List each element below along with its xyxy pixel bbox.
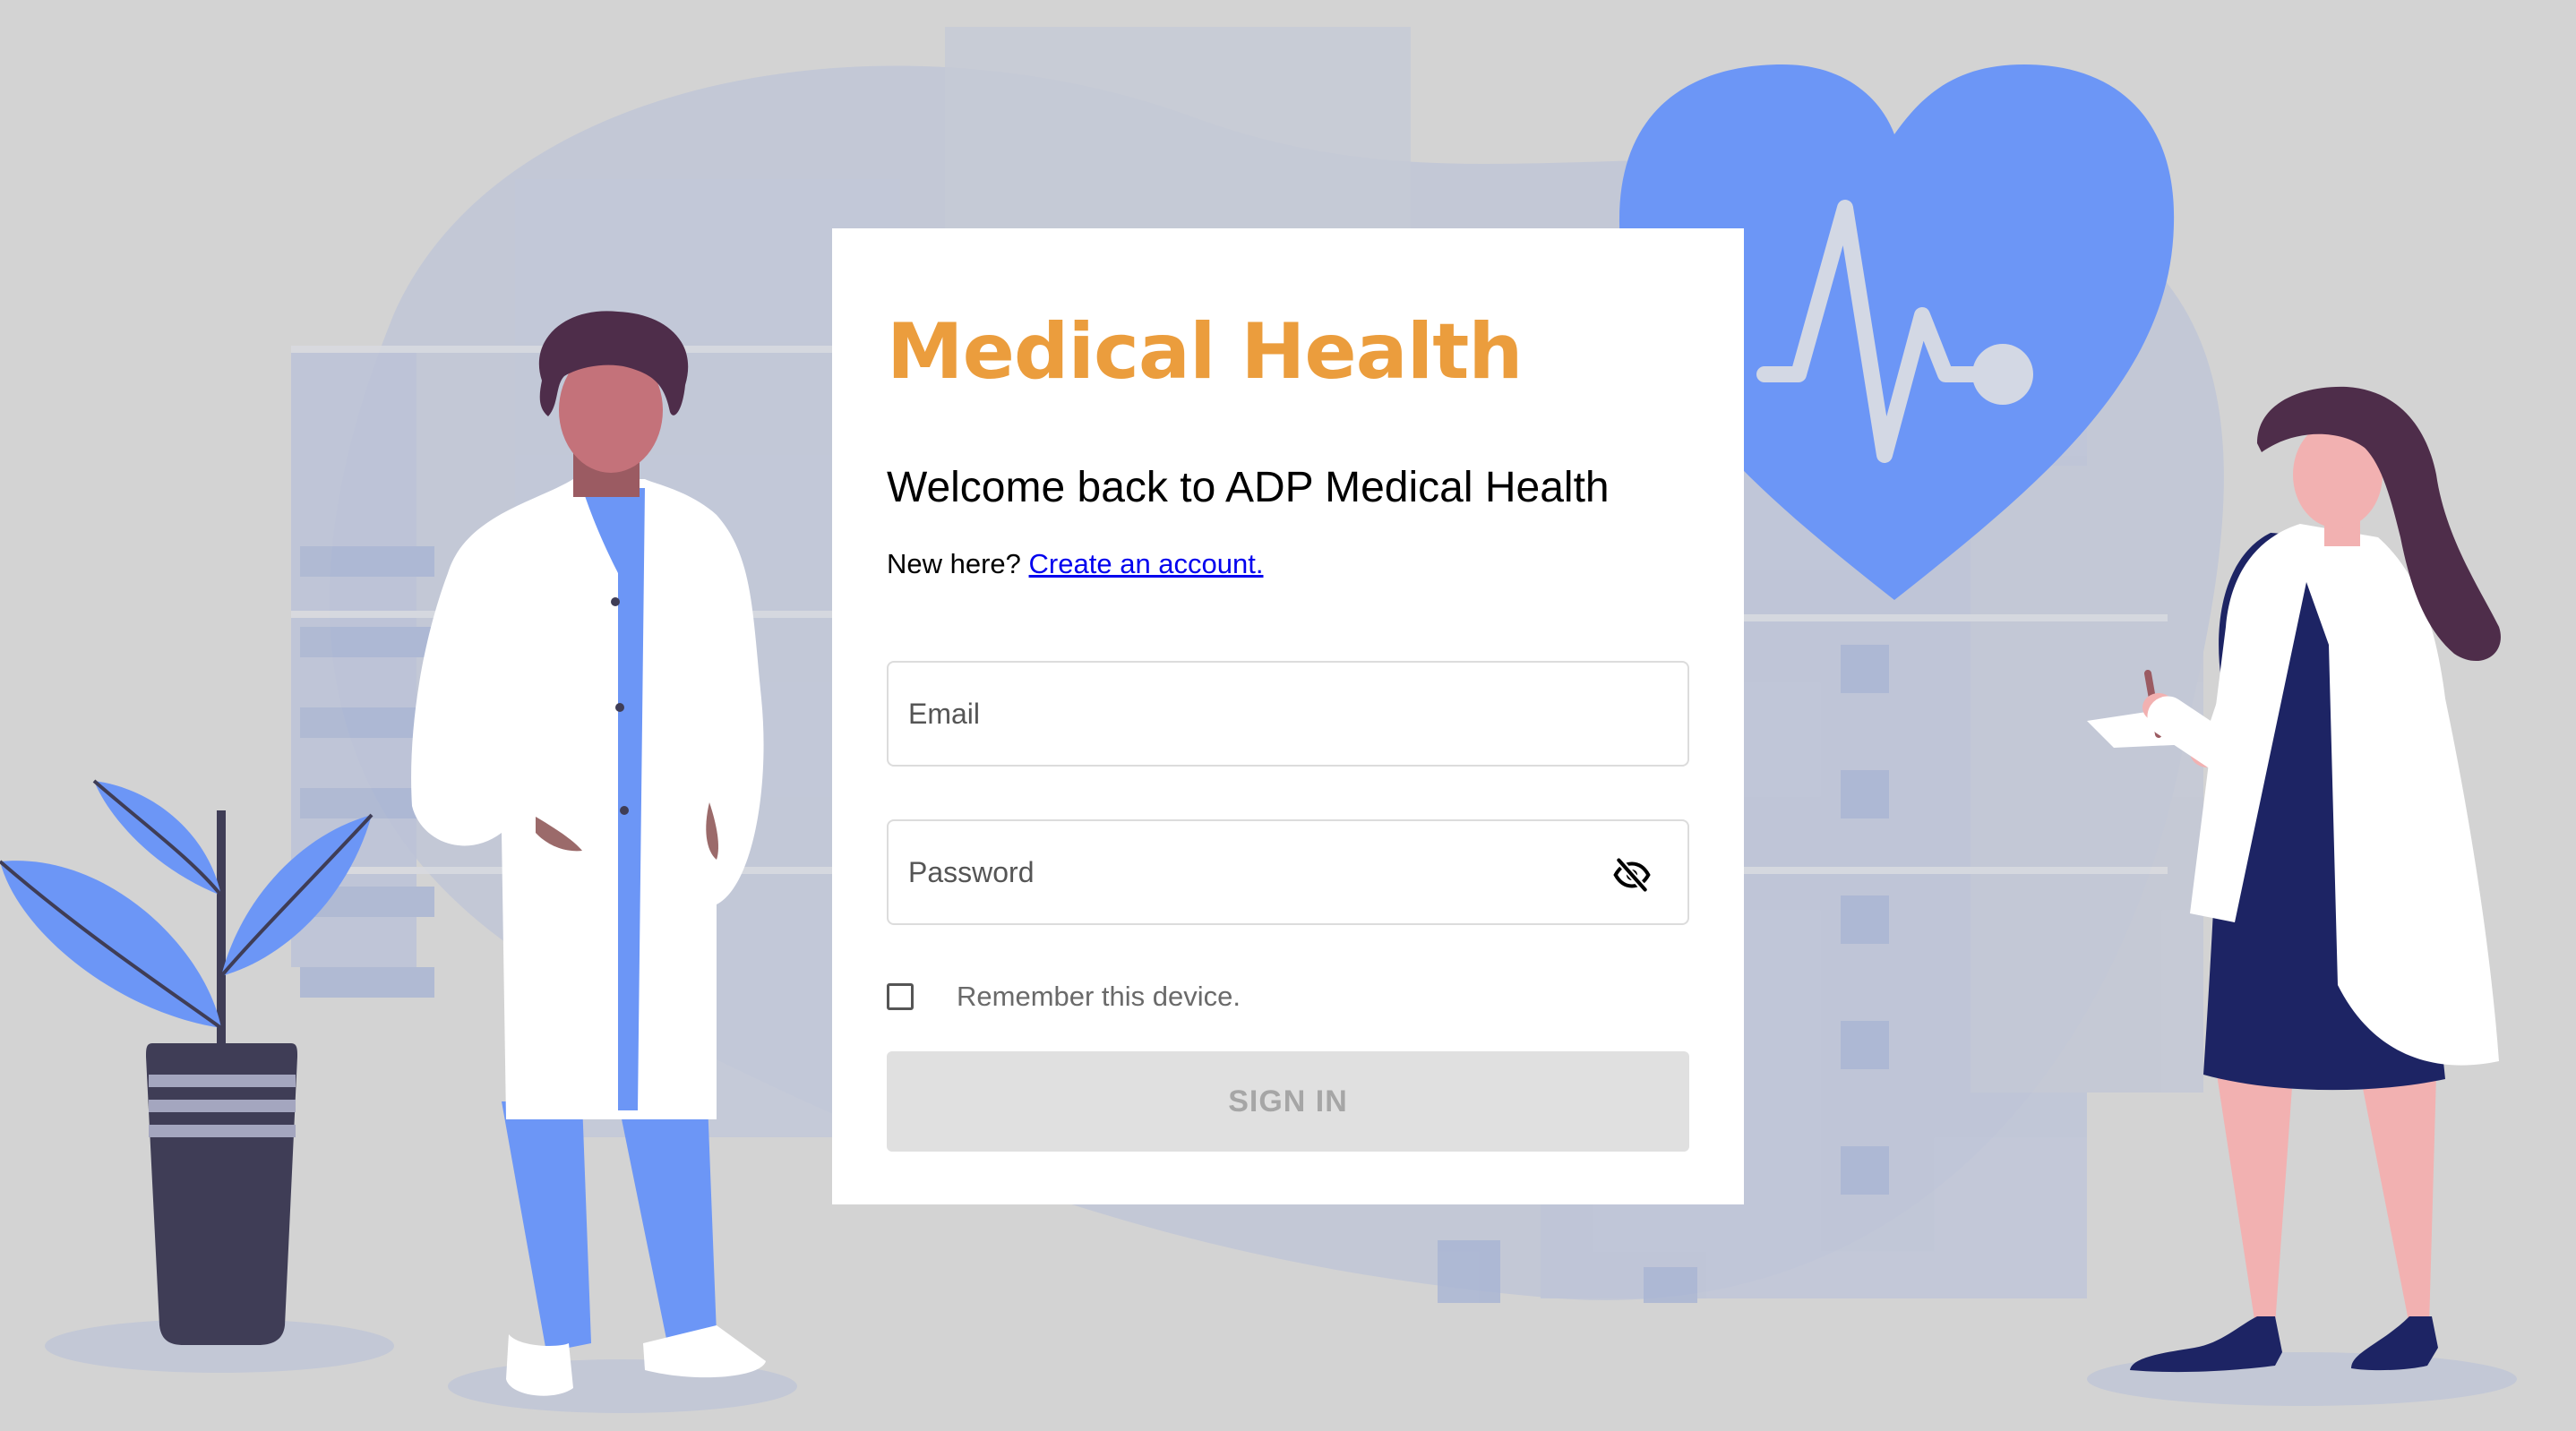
email-input[interactable] [889,663,1687,765]
brand-title: Medical Health [887,307,1524,397]
login-card: Medical Health Welcome back to ADP Medic… [832,228,1744,1204]
potted-plant [0,779,374,1345]
signup-prompt: New here? Create an account. [887,548,1264,580]
remember-label: Remember this device. [957,981,1241,1012]
sign-in-button[interactable]: SIGN IN [887,1051,1689,1152]
password-input[interactable] [889,821,1687,923]
email-field [887,661,1689,767]
remember-device: Remember this device. [887,979,1335,1015]
welcome-heading: Welcome back to ADP Medical Health [887,464,1610,511]
new-here-text: New here? [887,548,1021,579]
eye-off-icon[interactable] [1610,855,1653,895]
create-account-link[interactable]: Create an account. [1029,548,1264,579]
remember-checkbox[interactable] [887,983,914,1010]
password-field [887,819,1689,925]
